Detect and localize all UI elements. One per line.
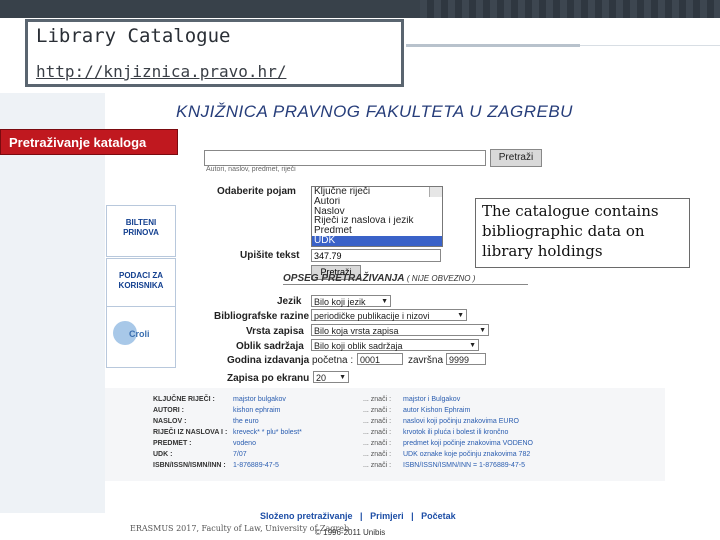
example-row: RIJEČI IZ NASLOVA I : kreveck* * plu* bol… — [153, 429, 509, 436]
top-bar-accent — [420, 0, 720, 18]
examples-link[interactable]: Primjeri — [370, 511, 404, 521]
example-row: UDK :7/07... znači : UDK oznake koje poči… — [153, 451, 531, 458]
decorative-rule-thin — [580, 45, 720, 46]
record-type-dropdown[interactable]: Bilo koja vrsta zapisa ▼ — [311, 324, 489, 336]
year-start-input[interactable]: 0001 — [357, 353, 403, 365]
enter-text-label: Upišite tekst — [240, 250, 300, 261]
search-button[interactable]: Pretraži — [490, 149, 542, 167]
choose-term-label: Odaberite pojam — [217, 186, 296, 197]
content-form-dropdown-value: Bilo koji oblik sadržaja — [314, 341, 403, 351]
scope-title-text: OPSEG PRETRAŽIVANJA — [283, 273, 405, 284]
bulletin-button[interactable]: BILTENI PRINOVA — [106, 205, 176, 257]
term-option[interactable]: Naslov — [312, 207, 442, 217]
scope-note: ( NIJE OBVEZNO ) — [406, 274, 476, 283]
search-hint: Autori, naslov, predmet, riječi — [206, 166, 296, 173]
filter-label-content-form: Oblik sadržaja — [236, 341, 304, 352]
records-label: Zapisa po ekranu — [227, 373, 310, 384]
chevron-down-icon: ▼ — [381, 298, 388, 305]
search-catalog-tab[interactable]: Pretraživanje kataloga — [0, 129, 178, 155]
year-start-label: početna : — [312, 355, 354, 366]
screenshot-left-panel — [0, 93, 105, 513]
slide-title: Library Catalogue — [36, 25, 231, 47]
chevron-down-icon: ▼ — [457, 312, 464, 319]
decorative-rule — [406, 44, 580, 47]
term-select-list[interactable]: Ključne riječi Autori Naslov Riječi iz n… — [311, 186, 443, 247]
top-bar — [0, 0, 720, 18]
record-type-dropdown-value: Bilo koja vrsta zapisa — [314, 326, 399, 336]
footer-links: Složeno pretraživanje | Primjeri | Počet… — [260, 511, 456, 521]
slide-footer: ERASMUS 2017, Faculty of Law, University… — [130, 524, 350, 533]
year-end-label: završna : — [408, 355, 449, 366]
advanced-search-link[interactable]: Složeno pretraživanje — [260, 511, 353, 521]
term-option[interactable]: Riječi iz naslova i jezik — [312, 216, 442, 226]
chevron-down-icon: ▼ — [469, 342, 476, 349]
term-list-scrollbar[interactable] — [429, 187, 442, 197]
example-row: ISBN/ISSN/ISMN/INN :1-876889-47-5... zna… — [153, 462, 525, 469]
records-dropdown[interactable]: 20 ▼ — [313, 371, 349, 383]
term-option[interactable]: Ključne riječi — [312, 187, 442, 197]
year-end-input[interactable]: 9999 — [446, 353, 486, 365]
example-row: AUTORI : kishon ephraim... znači : autor K… — [153, 407, 471, 414]
term-option[interactable]: Autori — [312, 197, 442, 207]
callout-box: The catalogue contains bibliographic dat… — [475, 198, 690, 268]
filter-label-record-type: Vrsta zapisa — [246, 326, 304, 337]
catalogue-screenshot: KNJIŽNICA PRAVNOG FAKULTETA U ZAGREBU Pr… — [0, 93, 692, 537]
filter-label-bibliographic: Bibliografske razine — [214, 311, 310, 322]
language-dropdown[interactable]: Bilo koji jezik ▼ — [311, 295, 391, 307]
filter-label-language: Jezik — [277, 296, 302, 307]
content-form-dropdown[interactable]: Bilo koji oblik sadržaja ▼ — [311, 339, 479, 351]
bulletin-button-label: BILTENI PRINOVA — [123, 218, 159, 237]
examples-panel: KLJUČNE RIJEČI : majstor bulgakov... znač… — [105, 388, 665, 481]
user-info-button-label: PODACI ZA KORISNIKA — [118, 271, 164, 290]
chevron-down-icon: ▼ — [339, 374, 346, 381]
language-dropdown-value: Bilo koji jezik — [314, 297, 366, 307]
bibliographic-dropdown-value: periodičke publikacije i nizovi — [314, 311, 430, 321]
slide-title-box: Library Catalogue http://knjiznica.pravo… — [25, 19, 404, 87]
site-header: KNJIŽNICA PRAVNOG FAKULTETA U ZAGREBU — [176, 102, 573, 121]
bibliographic-dropdown[interactable]: periodičke publikacije i nizovi ▼ — [311, 309, 467, 321]
term-option-selected[interactable]: UDK — [312, 235, 442, 246]
croli-logo-text: Croli — [129, 329, 150, 339]
chevron-down-icon: ▼ — [479, 327, 486, 334]
main-search-input[interactable] — [204, 150, 486, 166]
croli-logo[interactable]: Croli — [106, 306, 176, 368]
year-label: Godina izdavanja — [227, 355, 310, 366]
home-link[interactable]: Početak — [421, 511, 456, 521]
term-option[interactable]: Predmet — [312, 226, 442, 236]
catalogue-url-link[interactable]: http://knjiznica.pravo.hr/ — [36, 62, 286, 81]
user-info-button[interactable]: PODACI ZA KORISNIKA — [106, 258, 176, 310]
example-row: KLJUČNE RIJEČI : majstor bulgakov... znač… — [153, 396, 461, 403]
enter-text-input[interactable]: 347.79 — [311, 249, 441, 262]
example-row: NASLOV : the euro... znači : naslovi koji … — [153, 418, 519, 425]
example-row: PREDMET : vodeno... znači : predmet koji p… — [153, 440, 533, 447]
records-dropdown-value: 20 — [316, 373, 327, 383]
scope-title: OPSEG PRETRAŽIVANJA ( NIJE OBVEZNO ) — [283, 273, 528, 285]
